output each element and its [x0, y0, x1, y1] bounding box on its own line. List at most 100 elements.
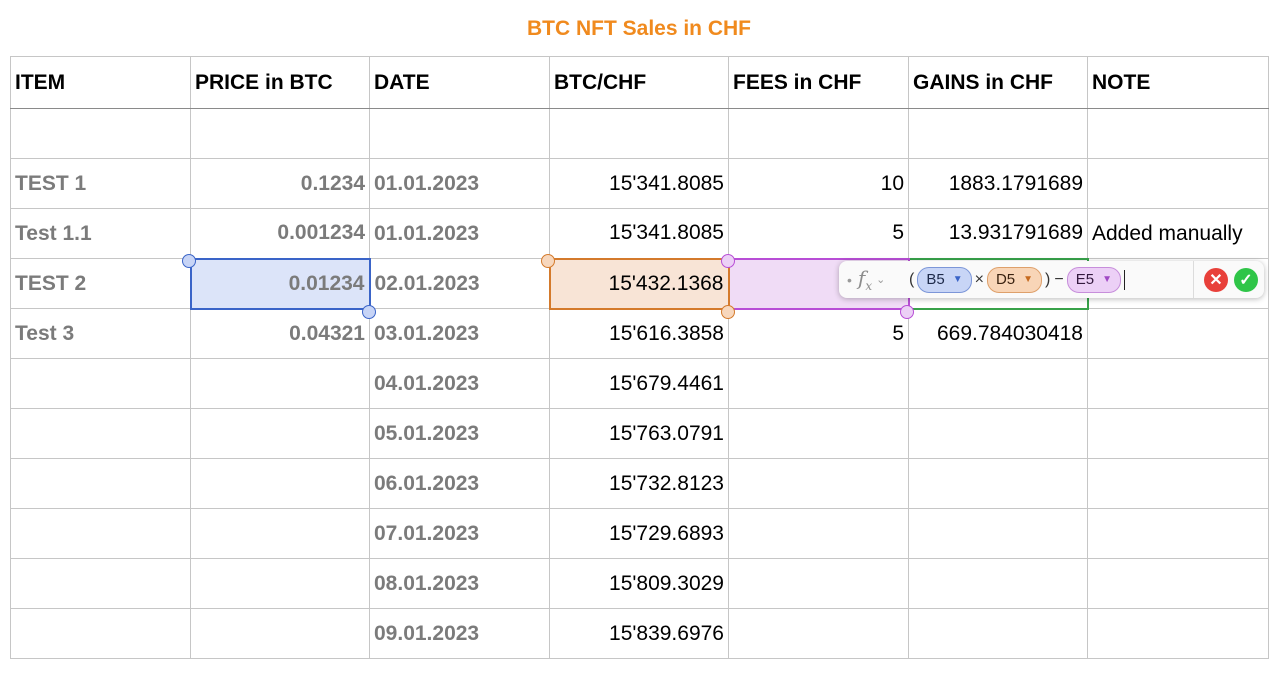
table-cell[interactable]: 06.01.2023 [369, 458, 550, 509]
formula-editor[interactable]: • fx ⌄ ( B5 ▼ × D5 ▼ ) − E5 ▼ ✕ ✓ [839, 261, 1264, 298]
table-cell[interactable] [1087, 558, 1269, 609]
table-cell[interactable]: TEST 1 [10, 158, 191, 209]
table-cell[interactable] [908, 408, 1088, 459]
table-cell[interactable] [190, 608, 370, 659]
table-cell[interactable]: 15'679.4461 [549, 358, 729, 409]
table-cell[interactable] [1087, 458, 1269, 509]
table-cell[interactable] [10, 108, 191, 159]
ref-handle-d5-top[interactable] [541, 254, 555, 268]
table-cell[interactable]: 0.001234 [190, 208, 370, 259]
table-cell[interactable]: 13.931791689 [908, 208, 1088, 259]
table-cell[interactable] [728, 408, 909, 459]
ref-handle-e5-top[interactable] [721, 254, 735, 268]
table-cell[interactable]: 02.01.2023 [369, 258, 550, 309]
table-cell[interactable]: 1883.1791689 [908, 158, 1088, 209]
dropdown-arrow-icon[interactable]: ▼ [1023, 274, 1033, 285]
table-cell[interactable] [190, 108, 370, 159]
table-cell[interactable] [190, 458, 370, 509]
table-cell[interactable]: 15'839.6976 [549, 608, 729, 659]
table-cell[interactable] [190, 508, 370, 559]
column-header[interactable]: PRICE in BTC [190, 56, 370, 109]
table-cell[interactable] [10, 508, 191, 559]
table-cell[interactable] [1087, 308, 1269, 359]
table-cell[interactable]: 01.01.2023 [369, 158, 550, 209]
table-cell[interactable]: 03.01.2023 [369, 308, 550, 359]
table-cell[interactable]: Test 3 [10, 308, 191, 359]
table-cell[interactable]: 669.784030418 [908, 308, 1088, 359]
table-cell[interactable]: 09.01.2023 [369, 608, 550, 659]
table-cell[interactable]: 15'729.6893 [549, 508, 729, 559]
column-header[interactable]: FEES in CHF [728, 56, 909, 109]
table-cell[interactable]: 15'341.8085 [549, 208, 729, 259]
table-cell[interactable]: 0.01234 [189, 257, 371, 310]
table-cell[interactable] [369, 108, 550, 159]
column-header[interactable]: ITEM [10, 56, 191, 109]
table-cell[interactable]: 15'616.3858 [549, 308, 729, 359]
table-cell[interactable] [908, 508, 1088, 559]
table-cell[interactable] [10, 408, 191, 459]
table-cell[interactable]: 10 [728, 158, 909, 209]
table-cell[interactable] [549, 108, 729, 159]
table-cell[interactable] [10, 358, 191, 409]
table-cell[interactable]: 15'809.3029 [549, 558, 729, 609]
function-menu[interactable]: • fx ⌄ [839, 266, 907, 293]
table-cell[interactable]: Test 1.1 [10, 208, 191, 259]
table-cell[interactable] [190, 558, 370, 609]
formula-expression[interactable]: ( B5 ▼ × D5 ▼ ) − E5 ▼ [907, 266, 1193, 293]
table-cell[interactable] [908, 458, 1088, 509]
column-header[interactable]: DATE [369, 56, 550, 109]
ref-handle-b5-bottom[interactable] [362, 305, 376, 319]
table-cell[interactable] [10, 558, 191, 609]
table-cell[interactable]: 5 [728, 208, 909, 259]
reference-token-b5[interactable]: B5 ▼ [917, 266, 972, 293]
table-cell[interactable] [1087, 158, 1269, 209]
column-header[interactable]: GAINS in CHF [908, 56, 1088, 109]
table-cell[interactable] [1087, 408, 1269, 459]
dropdown-arrow-icon[interactable]: ▼ [1102, 274, 1112, 285]
table-cell[interactable] [908, 558, 1088, 609]
ref-handle-e5-bottom[interactable] [900, 305, 914, 319]
table-cell[interactable] [1087, 358, 1269, 409]
table-cell[interactable] [728, 458, 909, 509]
ref-handle-b5-top[interactable] [182, 254, 196, 268]
table-cell[interactable] [908, 358, 1088, 409]
table-cell[interactable]: TEST 2 [10, 258, 191, 309]
table-cell[interactable]: 15'732.8123 [549, 458, 729, 509]
dropdown-arrow-icon[interactable]: ▼ [953, 274, 963, 285]
table-cell[interactable] [1087, 108, 1269, 159]
table-cell[interactable]: 15'763.0791 [549, 408, 729, 459]
table-cell[interactable] [728, 608, 909, 659]
table-cell[interactable]: 15'432.1368 [548, 257, 730, 310]
table-cell[interactable]: 0.1234 [190, 158, 370, 209]
table-cell[interactable] [728, 108, 909, 159]
column-header[interactable]: BTC/CHF [549, 56, 729, 109]
cancel-formula-button[interactable]: ✕ [1204, 267, 1228, 292]
table-cell[interactable] [1087, 508, 1269, 559]
table-cell[interactable] [728, 508, 909, 559]
table-cell[interactable]: 05.01.2023 [369, 408, 550, 459]
table-cell[interactable] [728, 358, 909, 409]
table-cell[interactable]: 01.01.2023 [369, 208, 550, 259]
reference-token-e5[interactable]: E5 ▼ [1066, 266, 1121, 293]
chevron-down-icon[interactable]: ⌄ [876, 273, 885, 286]
table-cell[interactable] [1087, 608, 1269, 659]
table-cell[interactable] [728, 558, 909, 609]
table-cell[interactable]: 07.01.2023 [369, 508, 550, 559]
table-cell[interactable]: Added manually [1087, 208, 1269, 259]
reference-token-d5[interactable]: D5 ▼ [986, 266, 1043, 293]
table-cell[interactable] [190, 408, 370, 459]
table-cell[interactable] [10, 608, 191, 659]
accept-formula-button[interactable]: ✓ [1234, 267, 1258, 292]
table-cell[interactable]: 04.01.2023 [369, 358, 550, 409]
table-cell[interactable]: 15'341.8085 [549, 158, 729, 209]
ref-handle-d5-bottom[interactable] [721, 305, 735, 319]
table-cell[interactable]: 0.04321 [190, 308, 370, 359]
table-cell[interactable] [908, 108, 1088, 159]
table-cell[interactable]: 5 [728, 308, 909, 359]
table-cell[interactable]: 08.01.2023 [369, 558, 550, 609]
formula-divider [1193, 261, 1194, 298]
table-cell[interactable] [10, 458, 191, 509]
column-header[interactable]: NOTE [1087, 56, 1269, 109]
table-cell[interactable] [908, 608, 1088, 659]
table-cell[interactable] [190, 358, 370, 409]
